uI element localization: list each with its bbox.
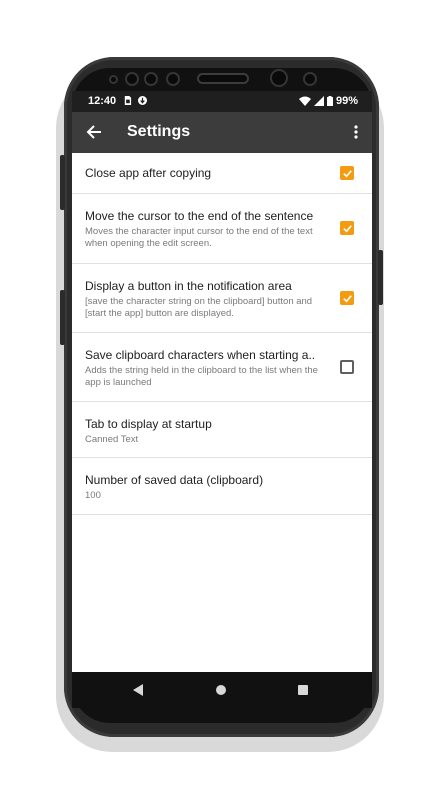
setting-title: Save clipboard characters when starting … [85, 348, 316, 362]
power-button [60, 290, 65, 345]
speaker-grille [199, 75, 247, 82]
back-button[interactable] [82, 120, 106, 144]
setting-summary: Adds the string held in the clipboard to… [85, 365, 318, 388]
setting-value: 100 [85, 490, 101, 501]
sensor-dot [111, 77, 116, 82]
cell-signal-icon [313, 96, 324, 106]
checkbox-save-clipboard[interactable] [340, 360, 354, 374]
page-title: Settings [127, 123, 191, 140]
nav-back-icon[interactable] [133, 684, 143, 696]
front-camera [272, 71, 286, 85]
setting-title: Move the cursor to the end of the senten… [85, 209, 314, 223]
volume-button [60, 155, 65, 210]
check-icon [342, 224, 352, 232]
setting-save-clipboard[interactable]: Save clipboard characters when starting … [72, 333, 372, 402]
check-icon [342, 169, 352, 177]
status-bar: 12:40 99% [72, 91, 372, 112]
sim-card-icon [124, 96, 132, 105]
setting-summary: Moves the character input cursor to the … [85, 226, 313, 249]
setting-title: Display a button in the notification are… [85, 279, 292, 293]
download-icon [138, 96, 147, 105]
app-toolbar: Settings [72, 112, 372, 153]
nav-home-icon[interactable] [216, 685, 226, 695]
setting-title: Number of saved data (clipboard) [85, 473, 264, 487]
side-button [378, 250, 383, 305]
status-right-group: 99% [298, 95, 358, 107]
setting-notification-button[interactable]: Display a button in the notification are… [72, 264, 372, 333]
battery-percent: 99% [335, 95, 358, 107]
system-nav-bar [72, 672, 372, 708]
overflow-menu-button[interactable] [348, 120, 364, 144]
setting-close-app[interactable]: Close app after copying [72, 153, 372, 194]
setting-title: Tab to display at startup [85, 417, 212, 431]
setting-saved-data-count[interactable]: Number of saved data (clipboard) 100 [72, 458, 372, 515]
check-icon [342, 294, 352, 302]
battery-icon [326, 96, 333, 106]
checkbox-cursor-to-end[interactable] [340, 221, 354, 235]
setting-value: Canned Text [85, 434, 139, 445]
more-vert-icon [354, 125, 358, 139]
setting-title: Close app after copying [85, 166, 212, 180]
setting-summary: [save the character string on the clipbo… [85, 296, 313, 319]
wifi-icon [298, 96, 311, 106]
sensor-dot [146, 74, 156, 84]
sensor-dot [127, 74, 137, 84]
arrow-back-icon [86, 125, 101, 139]
page: 12:40 99% Settings Close app after copyi… [0, 0, 444, 800]
sensor-dot [305, 74, 315, 84]
checkbox-close-app[interactable] [340, 166, 354, 180]
sensor-dot [168, 74, 178, 84]
status-time: 12:40 [88, 95, 117, 107]
settings-list: Close app after copying Move the cursor … [72, 153, 372, 515]
setting-startup-tab[interactable]: Tab to display at startup Canned Text [72, 402, 372, 458]
screen: 12:40 99% Settings Close app after copyi… [72, 91, 372, 708]
checkbox-notification-button[interactable] [340, 291, 354, 305]
setting-cursor-to-end[interactable]: Move the cursor to the end of the senten… [72, 194, 372, 264]
nav-recents-icon[interactable] [298, 685, 308, 695]
